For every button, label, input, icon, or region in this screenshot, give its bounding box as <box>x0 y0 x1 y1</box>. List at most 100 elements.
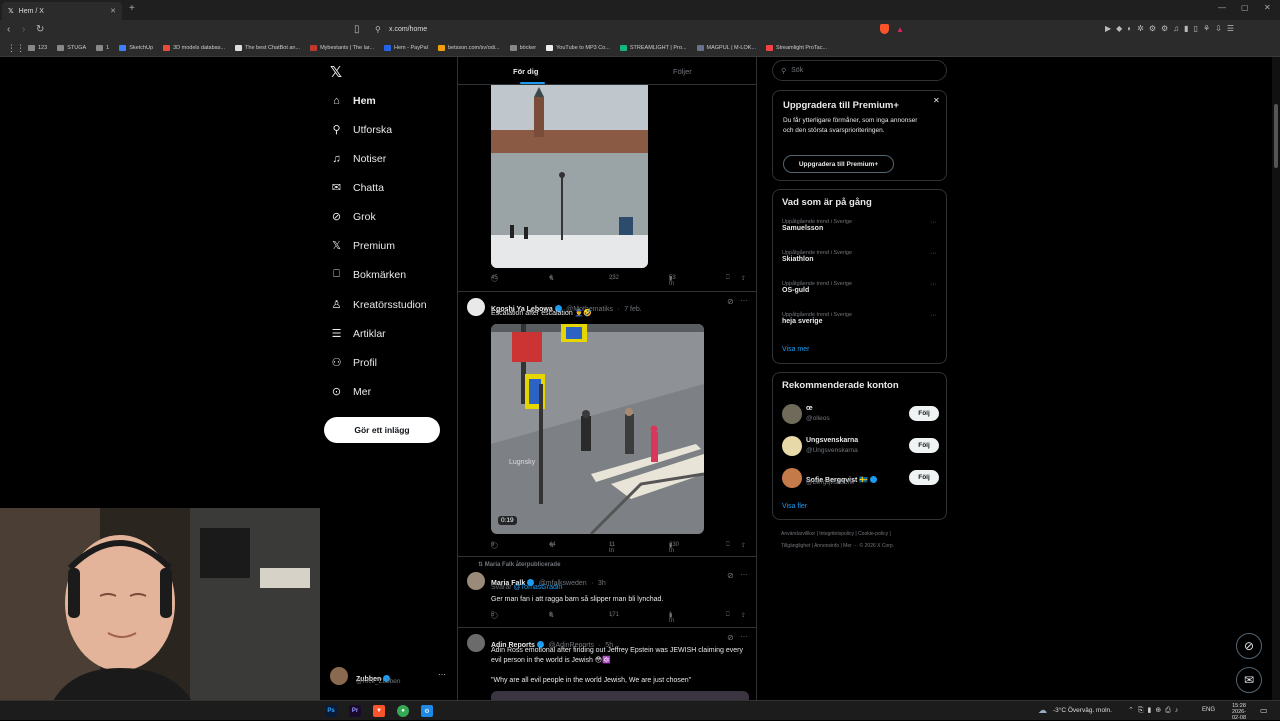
post-button[interactable]: Gör ett inlägg <box>324 417 440 443</box>
minimize-button[interactable]: — <box>1218 3 1226 12</box>
bookmark-icon[interactable]: ⎕ <box>726 542 730 549</box>
grok-icon[interactable]: ⊘ <box>727 571 734 580</box>
tweet-date[interactable]: 3h <box>598 580 606 587</box>
apps-icon[interactable]: ⋮⋮ <box>7 43 25 54</box>
trend-item[interactable]: Uppåtgående trend i Sverige heja sverige… <box>782 312 942 325</box>
tweet-media-image[interactable] <box>491 85 648 268</box>
sidebar-item-more[interactable]: ⊙ Mer <box>330 385 371 399</box>
tray-icons[interactable]: ⌃⎘▮⊕⎙♪ <box>1128 706 1182 715</box>
forward-icon[interactable]: › <box>22 24 25 35</box>
sidebar-item-articles[interactable]: ☰ Artiklar <box>330 327 386 341</box>
sidebar-item-chat[interactable]: ✉ Chatta <box>330 181 384 195</box>
tweet-video[interactable]: Lugnsky 0:19 <box>491 324 704 534</box>
url-field[interactable]: x.com/home <box>389 26 427 33</box>
avatar[interactable] <box>467 634 485 652</box>
more-dots-icon[interactable]: ··· <box>740 570 748 579</box>
bookmark-9[interactable]: böcker <box>509 45 536 51</box>
avatar[interactable] <box>467 298 485 316</box>
tab-following[interactable]: Följer <box>673 67 692 76</box>
bookmark-3[interactable]: SketchUp <box>119 45 153 51</box>
bookmark-4[interactable]: 3D models databas... <box>163 45 225 51</box>
sidebar-item-notifications[interactable]: ♫ Notiser <box>330 152 386 165</box>
bookmark-2[interactable]: 1 <box>96 45 109 51</box>
sidebar-item-bookmarks[interactable]: ⎕ Bokmärken <box>330 268 406 281</box>
trend-item[interactable]: Uppåtgående trend i Sverige Skiathlon ··… <box>782 250 942 263</box>
sidebar-item-creator-studio[interactable]: ♙ Kreatörsstudion <box>330 298 427 312</box>
close-icon[interactable]: ✕ <box>933 96 940 105</box>
app-icon[interactable]: ⚙ <box>421 705 433 717</box>
avatar[interactable] <box>467 572 485 590</box>
upgrade-premium-button[interactable]: Uppgradera till Premium+ <box>783 155 894 173</box>
tab-for-you[interactable]: För dig <box>513 67 538 76</box>
footer-links-row-2[interactable]: Tillgänglighet | Annonsinfo | Mer ··· © … <box>781 543 894 549</box>
chrome-icon[interactable]: ● <box>397 705 409 717</box>
recommended-account[interactable]: Sofie Bergqvist 🇸🇪 @BergqvistSofie Följ <box>782 467 947 489</box>
browser-tab[interactable]: 𝕏 Hem / X ✕ <box>2 2 122 20</box>
bookmark-7[interactable]: Hem - PayPal <box>384 45 428 51</box>
x-logo-icon[interactable]: 𝕏 <box>330 63 342 81</box>
more-dots-icon[interactable]: ··· <box>930 219 937 226</box>
brave-icon[interactable]: ▼ <box>373 705 385 717</box>
grok-icon[interactable]: ⊘ <box>727 297 734 306</box>
recommended-account[interactable]: œ @olleos Följ <box>782 403 947 425</box>
more-dots-icon[interactable]: ··· <box>438 670 446 679</box>
grok-icon[interactable]: ⊘ <box>1236 633 1262 659</box>
show-more-link[interactable]: Visa mer <box>782 346 810 353</box>
more-dots-icon[interactable]: ··· <box>930 312 937 319</box>
more-dots-icon[interactable]: ··· <box>930 281 937 288</box>
bookmark-10[interactable]: YouTube to MP3 Co... <box>546 45 610 51</box>
share-icon[interactable]: ⇪ <box>741 542 746 549</box>
repost-label-text[interactable]: Maria Falk återpublicerade <box>485 562 561 568</box>
bookmark-icon[interactable]: ⎕ <box>726 612 730 619</box>
new-tab-button[interactable]: + <box>129 3 135 14</box>
share-icon[interactable]: ⇪ <box>741 275 746 282</box>
bookmark-icon[interactable]: ⎕ <box>726 275 730 282</box>
more-dots-icon[interactable]: ··· <box>740 296 748 305</box>
more-dots-icon[interactable]: ··· <box>930 250 937 257</box>
bookmark-5[interactable]: The best ChatBot an... <box>235 45 300 51</box>
sidebar-item-profile[interactable]: ⚇ Profil <box>330 356 377 370</box>
search-input[interactable]: ⚲ Sök <box>772 60 947 81</box>
clock[interactable]: 15:28 2026-02-08 <box>1228 703 1250 721</box>
notification-icon[interactable]: ▭ <box>1260 706 1268 715</box>
sidebar-item-premium[interactable]: 𝕏 Premium <box>330 239 395 253</box>
bookmark-1[interactable]: STUGA <box>57 45 86 51</box>
follow-button[interactable]: Följ <box>909 406 939 421</box>
bookmark-12[interactable]: MAGPUL | M-LOK... <box>696 45 756 51</box>
reload-icon[interactable]: ↻ <box>36 24 44 35</box>
premiere-icon[interactable]: Pr <box>349 705 361 717</box>
sidebar-item-explore[interactable]: ⚲ Utforska <box>330 123 392 137</box>
tab-close-icon[interactable]: ✕ <box>110 7 116 15</box>
grok-icon[interactable]: ⊘ <box>727 633 734 642</box>
bookmark-page-icon[interactable]: ▯ <box>354 24 360 35</box>
sidebar-item-home[interactable]: ⌂ Hem <box>330 94 376 107</box>
sidebar-item-grok[interactable]: ⊘ Grok <box>330 210 376 224</box>
account-switcher[interactable]: Zubben @Kick_Zubben ··· <box>330 667 450 689</box>
follow-button[interactable]: Följ <box>909 470 939 485</box>
brave-rewards-icon[interactable]: ▲ <box>896 25 904 34</box>
close-window-button[interactable]: ✕ <box>1264 3 1271 12</box>
weather-text[interactable]: -3°C Överväg. moln. <box>1053 707 1112 714</box>
bookmark-0[interactable]: 123 <box>28 45 47 51</box>
show-more-link[interactable]: Visa fler <box>782 503 807 510</box>
language-indicator[interactable]: ENG <box>1202 707 1215 713</box>
bookmark-8[interactable]: betsson.com/sv/odi... <box>437 45 500 51</box>
follow-button[interactable]: Följ <box>909 438 939 453</box>
bookmark-6[interactable]: Mybestants | The lar... <box>310 45 374 51</box>
scrollbar-thumb[interactable] <box>1274 104 1278 168</box>
bookmark-13[interactable]: Streamlight ProTac... <box>766 45 827 51</box>
bookmark-11[interactable]: STREAMLIGHT | Pro... <box>619 45 687 51</box>
brave-shield-icon[interactable] <box>880 24 889 34</box>
site-info-icon[interactable]: ⚲ <box>375 25 381 34</box>
footer-links-row-1[interactable]: Användarvillkor | Integritetspolicy | Co… <box>781 531 891 537</box>
photoshop-icon[interactable]: Ps <box>325 705 337 717</box>
share-icon[interactable]: ⇪ <box>741 612 746 619</box>
back-icon[interactable]: ‹ <box>7 24 10 35</box>
recommended-account[interactable]: Ungsvenskarna @Ungsvenskarna Följ <box>782 435 947 457</box>
reply-to-handle[interactable]: @TomasGradin <box>514 584 563 591</box>
maximize-button[interactable]: ▢ <box>1241 3 1249 12</box>
messages-icon[interactable]: ✉ <box>1236 667 1262 693</box>
extensions-icons[interactable]: ▶◆◐✲⚙⚙♫▮▯⚘⇩☰ <box>1105 24 1239 33</box>
trend-item[interactable]: Uppåtgående trend i Sverige Samuelsson ·… <box>782 219 942 232</box>
more-dots-icon[interactable]: ··· <box>740 632 748 641</box>
